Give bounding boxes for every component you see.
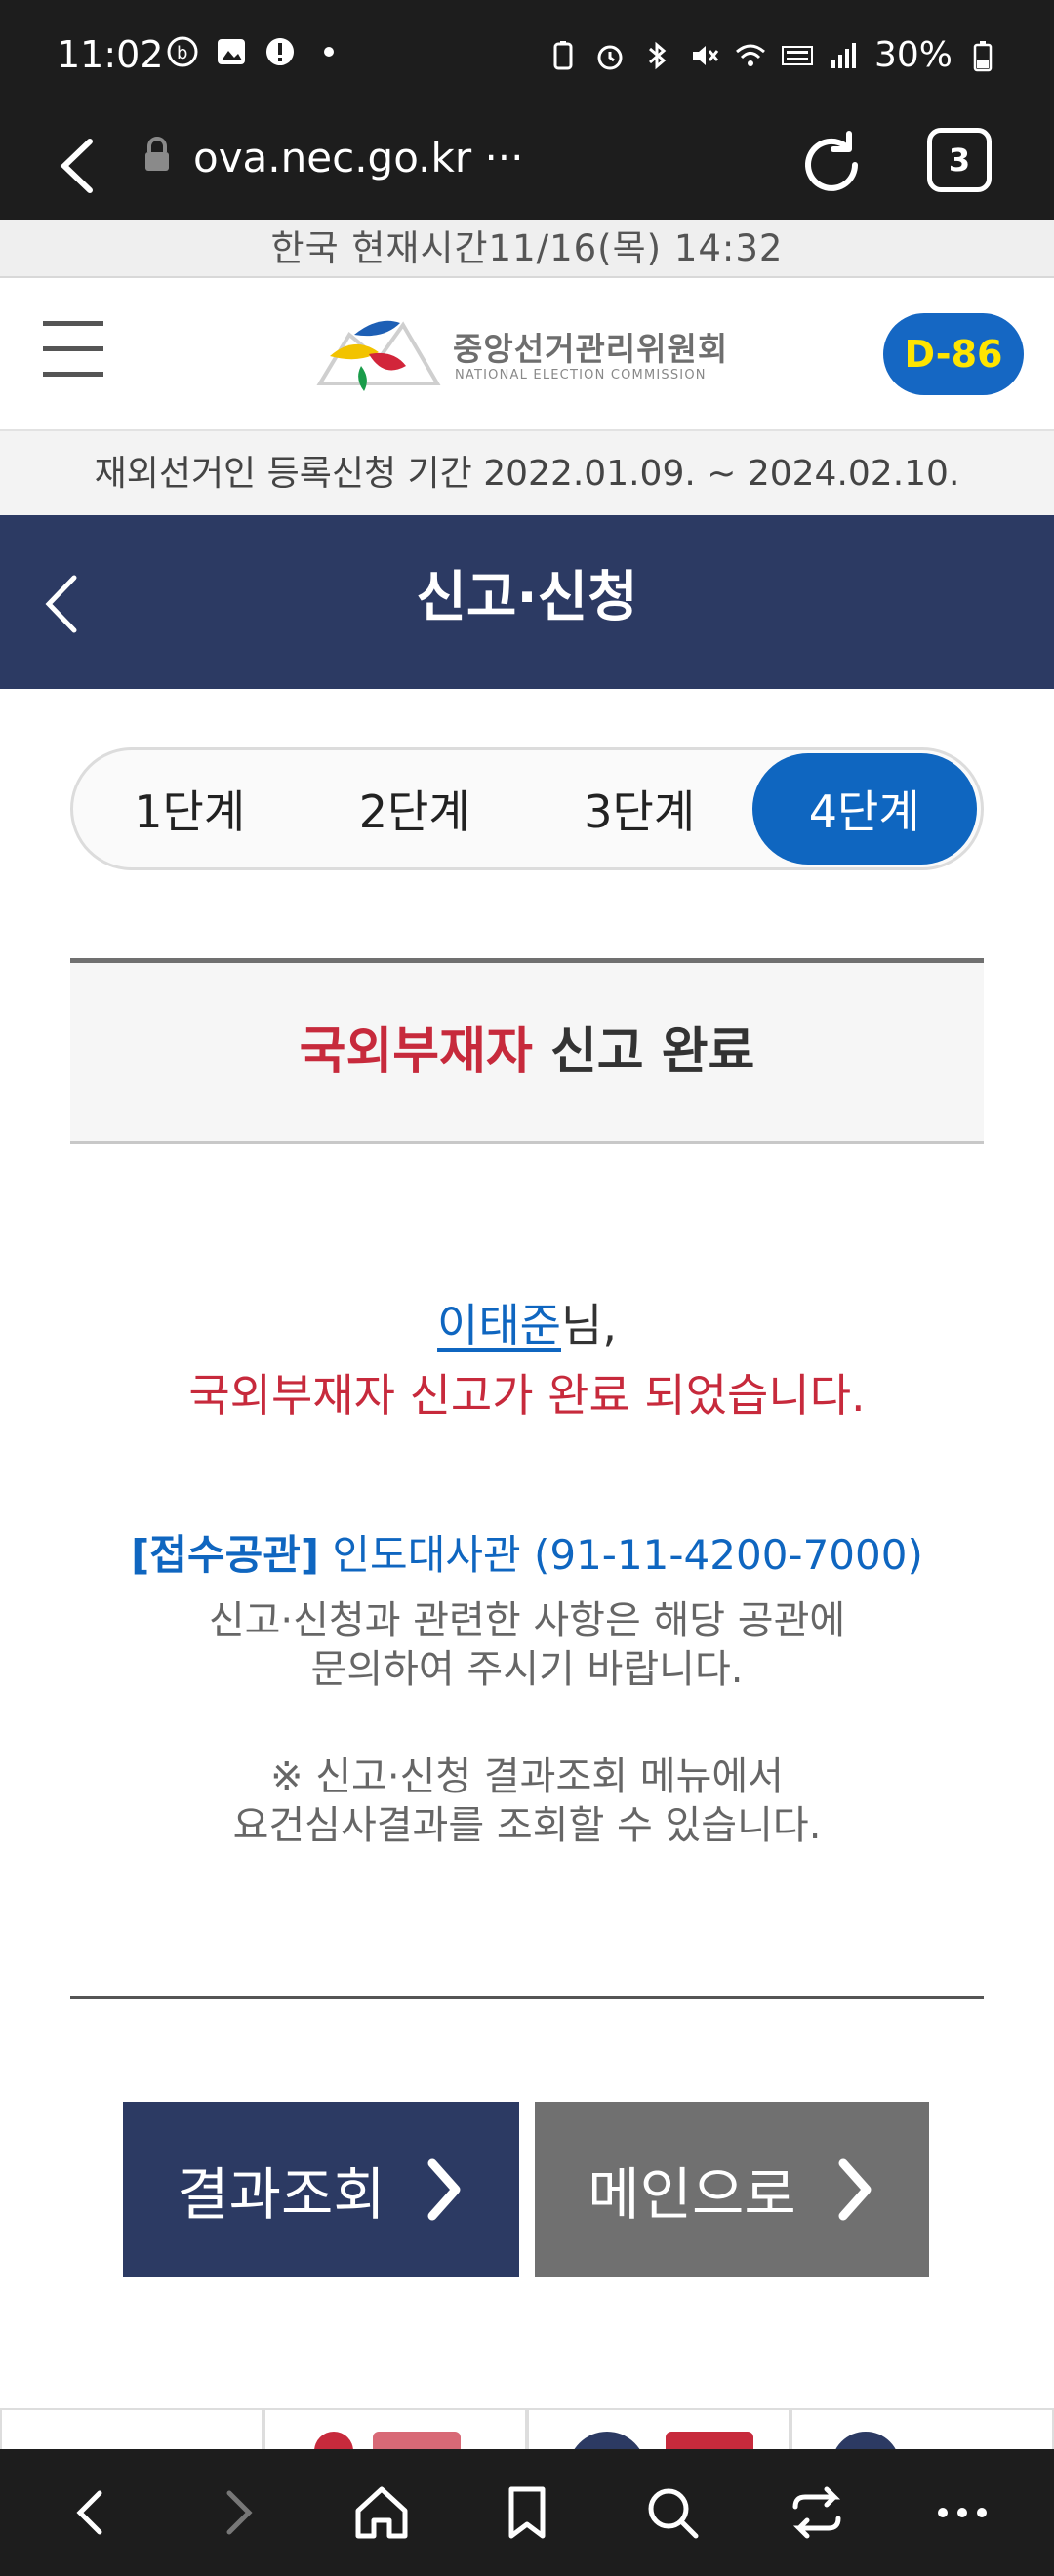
registration-period: 재외선거인 등록신청 기간 2022.01.09. ~ 2024.02.10. <box>0 429 1054 515</box>
signal-icon <box>831 42 856 68</box>
go-main-label: 메인으로 <box>588 2161 796 2228</box>
step-2: 2단계 <box>358 785 470 838</box>
back-arrow-icon[interactable] <box>37 570 86 638</box>
result-note: ※ 신고·신청 결과조회 메뉴에서 요건심사결과를 조회할 수 있습니다. <box>0 1752 1054 1850</box>
banner-item[interactable] <box>264 2408 527 2449</box>
page-title: 신고·신청 <box>416 566 638 629</box>
mute-icon <box>692 45 719 65</box>
nav-back-button[interactable] <box>53 2474 131 2552</box>
banner-item[interactable] <box>790 2408 1054 2449</box>
tab-count-button[interactable]: 3 <box>927 128 992 192</box>
lock-icon <box>145 137 169 171</box>
system-icons: 30% <box>547 35 999 75</box>
step-4-active: 4단계 <box>751 753 977 865</box>
reload-icon[interactable] <box>798 128 867 202</box>
nav-search-button[interactable] <box>633 2474 711 2552</box>
result-note-line2: 요건심사결과를 조회할 수 있습니다. <box>232 1803 822 1848</box>
battery-percent: 30% <box>873 35 953 75</box>
nav-more-button[interactable] <box>923 2474 1001 2552</box>
step-indicator: 1단계 2단계 3단계 4단계 <box>70 747 984 870</box>
applicant-name-link[interactable]: 이태준 <box>437 1299 561 1351</box>
banner-strip <box>0 2408 1054 2449</box>
logo-subtitle: NATIONAL ELECTION COMMISSION <box>455 368 707 382</box>
share-icon <box>792 2486 841 2539</box>
result-title-highlight: 국외부재자 <box>299 1023 533 1081</box>
banner-item[interactable] <box>0 2408 264 2449</box>
completion-message: 국외부재자 신고가 완료 되었습니다. <box>188 1369 866 1422</box>
site-header: 중앙선거관리위원회 NATIONAL ELECTION COMMISSION D… <box>0 278 1054 429</box>
dot-icon <box>324 47 334 57</box>
nav-home-button[interactable] <box>343 2474 421 2552</box>
applicant-line: 이태준님, <box>0 1290 1054 1354</box>
b-app-icon: b <box>167 36 198 67</box>
url-text[interactable]: ova.nec.go.kr ··· <box>193 134 524 181</box>
inquiry-info: 신고·신청과 관련한 사항은 해당 공관에 문의하여 주시기 바랍니다. <box>0 1596 1054 1694</box>
svg-text:b: b <box>177 43 187 63</box>
bluetooth-icon <box>649 41 667 69</box>
back-icon <box>76 2490 102 2535</box>
office-value: 인도대사관 (91-11-4200-7000) <box>319 1531 923 1579</box>
image-icon <box>218 39 245 64</box>
inquiry-info-line1: 신고·신청과 관련한 사항은 해당 공관에 <box>208 1598 846 1643</box>
banner-item[interactable] <box>527 2408 790 2449</box>
go-main-button[interactable]: 메인으로 <box>535 2102 929 2277</box>
wifi-icon <box>736 44 765 66</box>
browser-back-icon[interactable] <box>51 132 109 200</box>
forward-icon <box>226 2490 253 2535</box>
chevron-right-icon <box>427 2158 461 2221</box>
result-note-line1: ※ 신고·신청 결과조회 메뉴에서 <box>270 1754 784 1799</box>
more-icon <box>937 2508 987 2517</box>
inquiry-info-line2: 문의하여 주시기 바랍니다. <box>310 1647 744 1692</box>
dday-badge[interactable]: D-86 <box>883 313 1024 395</box>
step-3: 3단계 <box>584 785 696 838</box>
logo[interactable]: 중앙선거관리위원회 NATIONAL ELECTION COMMISSION <box>310 305 727 403</box>
result-header: 국외부재자 신고 완료 <box>70 958 984 1144</box>
step-1: 1단계 <box>134 785 246 838</box>
browser-url-bar: ova.nec.go.kr ··· 3 <box>0 112 1054 220</box>
browser-bottom-nav <box>0 2449 1054 2576</box>
alert-icon <box>266 38 294 66</box>
divider <box>70 1996 984 1999</box>
volte-lte-icon <box>781 45 813 65</box>
result-lookup-label: 결과조회 <box>177 2161 385 2228</box>
battery-icon <box>973 40 993 71</box>
result-lookup-button[interactable]: 결과조회 <box>123 2102 519 2277</box>
bookmark-icon <box>508 2486 546 2539</box>
nav-forward-button[interactable] <box>198 2474 276 2552</box>
battery-saver-icon <box>553 40 573 69</box>
result-title-rest: 신고 완료 <box>532 1023 755 1081</box>
nav-share-button[interactable] <box>778 2474 856 2552</box>
nav-bookmark-button[interactable] <box>488 2474 566 2552</box>
chevron-right-icon <box>838 2158 872 2221</box>
status-time: 11:02 <box>57 33 164 76</box>
menu-icon[interactable] <box>43 321 103 380</box>
home-icon <box>355 2486 408 2539</box>
page-title-bar: 신고·신청 <box>0 515 1054 689</box>
logo-emblem-icon <box>316 320 441 391</box>
notification-icons: b <box>166 35 345 68</box>
alarm-icon <box>597 45 623 69</box>
logo-title: 중앙선거관리위원회 <box>453 330 729 368</box>
office-label: [접수공관] <box>131 1531 320 1579</box>
receiving-office: [접수공관] 인도대사관 (91-11-4200-7000) <box>0 1522 1054 1582</box>
search-icon <box>648 2488 699 2539</box>
status-bar: 11:02 b 30% <box>0 0 1054 112</box>
korea-time: 한국 현재시간11/16(목) 14:32 <box>0 220 1054 278</box>
applicant-suffix: 님, <box>561 1299 617 1351</box>
